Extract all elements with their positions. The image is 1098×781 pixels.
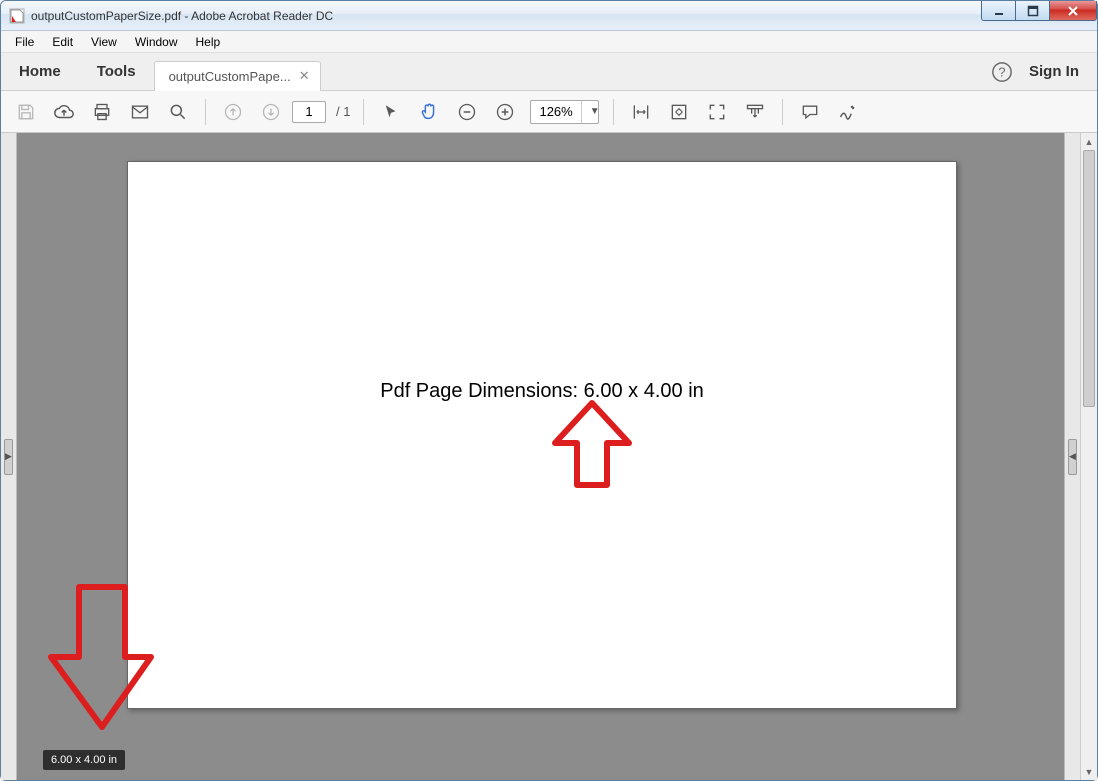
vertical-scrollbar[interactable]: ▲ ▼ [1080, 133, 1097, 780]
menubar: File Edit View Window Help [1, 31, 1097, 53]
next-page-icon [254, 95, 288, 129]
page-total-label: / 1 [330, 104, 353, 119]
page-size-tooltip: 6.00 x 4.00 in [43, 750, 125, 770]
chevron-down-icon[interactable]: ▼ [581, 101, 598, 123]
document-viewport[interactable]: Pdf Page Dimensions: 6.00 x 4.00 in 6.00… [17, 133, 1064, 780]
comment-icon[interactable] [793, 95, 827, 129]
tab-bar: Home Tools outputCustomPape... ✕ ? Sign … [1, 53, 1097, 91]
close-button[interactable] [1049, 1, 1097, 21]
help-icon[interactable]: ? [991, 61, 1013, 83]
application-window: outputCustomPaperSize.pdf - Adobe Acroba… [0, 0, 1098, 781]
email-icon[interactable] [123, 95, 157, 129]
tab-tools[interactable]: Tools [79, 53, 154, 91]
prev-page-icon [216, 95, 250, 129]
read-mode-icon[interactable] [738, 95, 772, 129]
page-number-input[interactable] [292, 101, 326, 123]
search-icon[interactable] [161, 95, 195, 129]
scroll-down-arrow-icon[interactable]: ▼ [1081, 763, 1097, 780]
close-tab-icon[interactable]: ✕ [299, 68, 310, 84]
zoom-value: 126% [531, 104, 580, 119]
content-area: ▶ Pdf Page Dimensions: 6.00 x 4.00 in 6.… [1, 133, 1097, 780]
scroll-up-arrow-icon[interactable]: ▲ [1081, 133, 1097, 150]
menu-window[interactable]: Window [127, 33, 186, 51]
app-pdf-icon [9, 8, 25, 24]
fullscreen-icon[interactable] [700, 95, 734, 129]
svg-text:?: ? [998, 64, 1005, 79]
left-flyout-handle[interactable]: ▶ [4, 439, 13, 475]
pointer-icon[interactable] [374, 95, 408, 129]
toolbar: / 1 126% ▼ [1, 91, 1097, 133]
page-body-text: Pdf Page Dimensions: 6.00 x 4.00 in [380, 380, 704, 403]
sign-icon[interactable] [831, 95, 865, 129]
sign-in-button[interactable]: Sign In [1029, 63, 1079, 80]
window-controls [981, 1, 1097, 23]
save-icon [9, 95, 43, 129]
minimize-button[interactable] [981, 1, 1015, 21]
window-title: outputCustomPaperSize.pdf - Adobe Acroba… [31, 9, 1097, 23]
maximize-button[interactable] [1015, 1, 1049, 21]
menu-view[interactable]: View [83, 33, 125, 51]
menu-file[interactable]: File [7, 33, 42, 51]
menu-edit[interactable]: Edit [44, 33, 81, 51]
right-panel-flyout: ◀ [1064, 133, 1080, 780]
document-tab-label: outputCustomPape... [169, 69, 291, 84]
left-panel-flyout: ▶ [1, 133, 17, 780]
zoom-out-icon[interactable] [450, 95, 484, 129]
document-tab[interactable]: outputCustomPape... ✕ [154, 61, 321, 91]
right-flyout-handle[interactable]: ◀ [1068, 439, 1077, 475]
hand-tool-icon[interactable] [412, 95, 446, 129]
fit-width-icon[interactable] [624, 95, 658, 129]
tab-home[interactable]: Home [1, 53, 79, 91]
menu-help[interactable]: Help [188, 33, 229, 51]
scrollbar-thumb[interactable] [1083, 150, 1095, 407]
zoom-dropdown[interactable]: 126% ▼ [530, 100, 598, 124]
zoom-in-icon[interactable] [488, 95, 522, 129]
cloud-upload-icon[interactable] [47, 95, 81, 129]
pdf-page: Pdf Page Dimensions: 6.00 x 4.00 in [127, 161, 957, 709]
fit-page-icon[interactable] [662, 95, 696, 129]
titlebar[interactable]: outputCustomPaperSize.pdf - Adobe Acroba… [1, 1, 1097, 31]
print-icon[interactable] [85, 95, 119, 129]
